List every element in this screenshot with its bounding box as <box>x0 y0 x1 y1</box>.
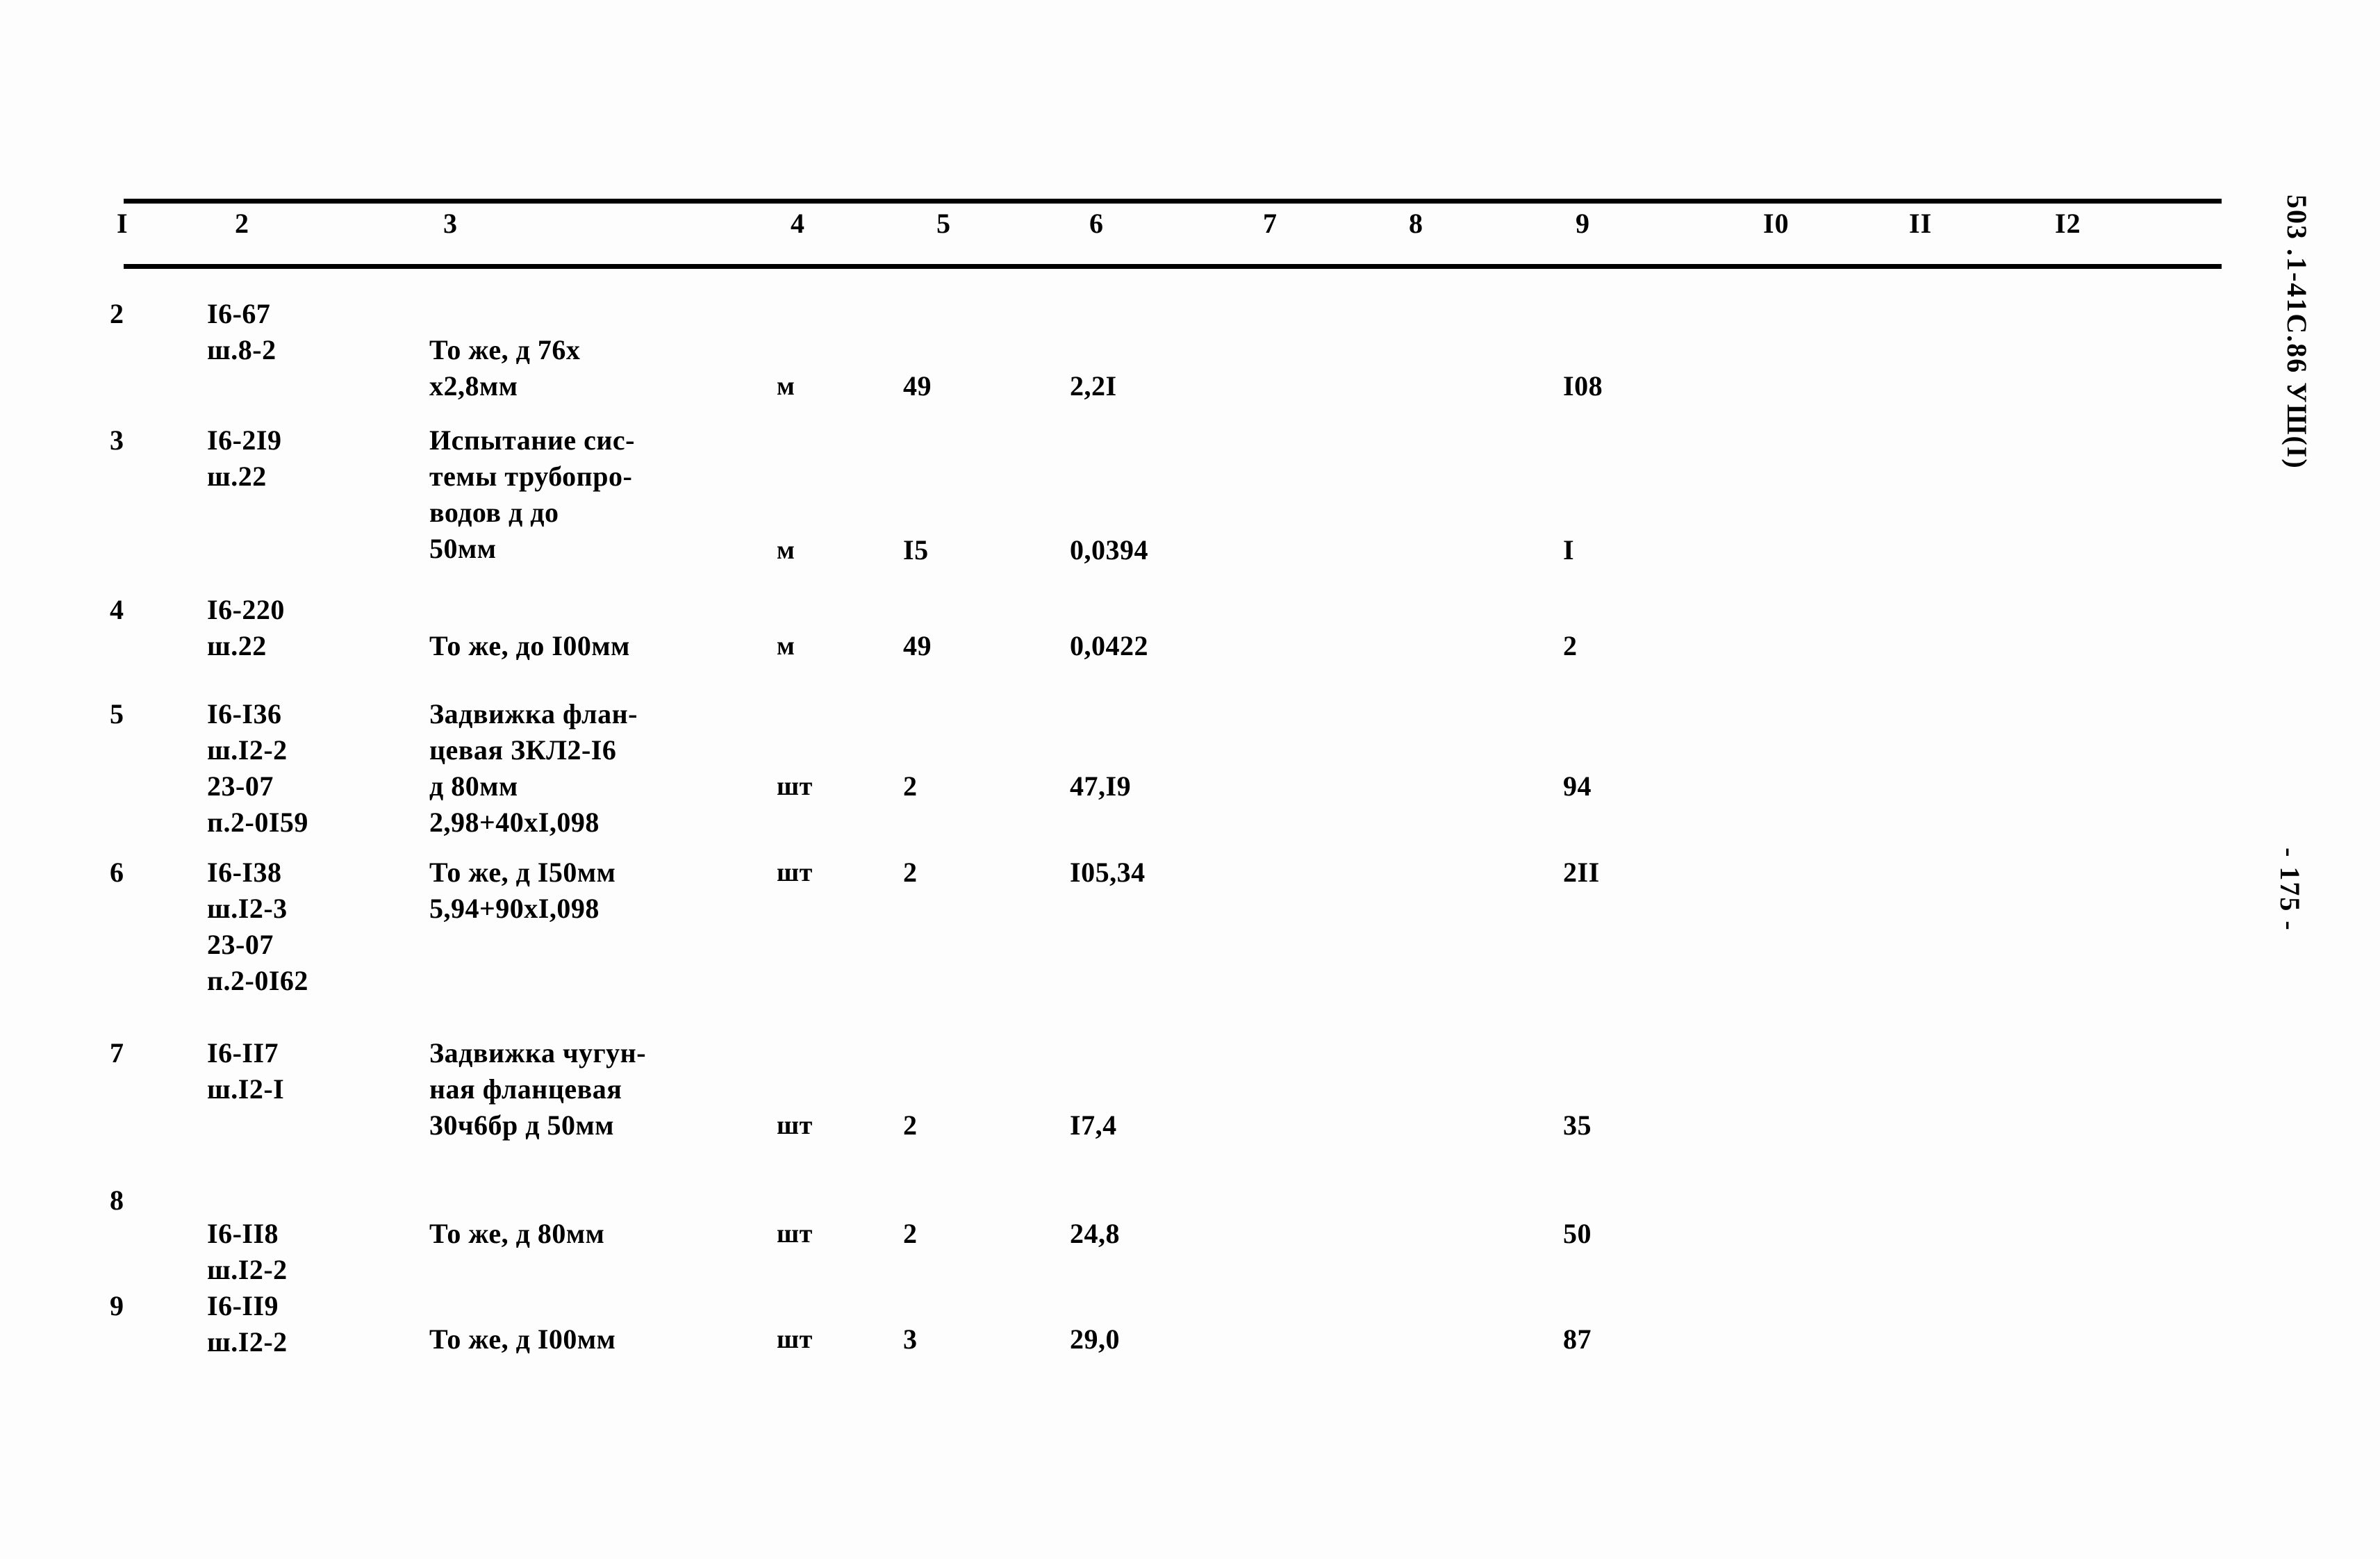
quantity: 2 <box>903 770 918 802</box>
column-header-3: 3 <box>443 208 458 239</box>
row-number: 8 <box>110 1185 124 1216</box>
page-number-marginal: - 175 - <box>2274 848 2306 932</box>
work-description: То же, д I50мм 5,94+90хI,098 <box>429 857 616 924</box>
table-row: 8 I6-II8 ш.I2-2 То же, д 80мм шт 2 24,8 … <box>0 1182 2380 1288</box>
table-row: 9 I6-II9 ш.I2-2 То же, д I00мм шт 3 29,0… <box>0 1288 2380 1399</box>
column-header-12: I2 <box>2055 208 2081 239</box>
work-description: Испытание сис- темы трубопро- водов д до… <box>429 424 636 564</box>
row-number: 6 <box>110 857 124 888</box>
norm-code: I6-I38 ш.I2-3 23-07 п.2-0I62 <box>207 857 308 996</box>
column-header-11: II <box>1909 208 1933 239</box>
unit-cost: 2,2I <box>1070 370 1117 402</box>
unit: шт <box>777 772 813 801</box>
norm-code: I6-I36 ш.I2-2 23-07 п.2-0I59 <box>207 698 308 838</box>
total-cost: 87 <box>1563 1323 1592 1355</box>
table-row: 4 I6-220 ш.22 То же, до I00мм м 49 0,042… <box>0 592 2380 696</box>
unit: шт <box>777 1325 813 1354</box>
work-description: То же, д 80мм <box>429 1218 605 1249</box>
norm-code: I6-II7 ш.I2-I <box>207 1037 285 1105</box>
unit-cost: 29,0 <box>1070 1323 1120 1355</box>
column-header-6: 6 <box>1089 208 1104 239</box>
row-number: 5 <box>110 698 124 729</box>
document-code: 503 .1-41С.86 УШ(I) <box>2281 195 2313 470</box>
unit-cost: 0,0422 <box>1070 630 1148 661</box>
unit-cost: 47,I9 <box>1070 770 1132 802</box>
norm-code: I6-2I9 ш.22 <box>207 424 282 492</box>
table-top-rule <box>124 199 2222 204</box>
column-header-7: 7 <box>1263 208 1278 239</box>
total-cost: I08 <box>1563 370 1603 402</box>
table-row: 3 I6-2I9 ш.22 Испытание сис- темы трубоп… <box>0 422 2380 592</box>
total-cost: I <box>1563 534 1575 566</box>
work-description: То же, до I00мм <box>429 630 630 661</box>
quantity: 2 <box>903 1218 918 1249</box>
quantity: 2 <box>903 1110 918 1141</box>
unit: шт <box>777 1111 813 1140</box>
norm-code: I6-220 ш.22 <box>207 594 285 661</box>
quantity: 2 <box>903 857 918 888</box>
table-row: 7 I6-II7 ш.I2-I Задвижка чугун- ная флан… <box>0 1023 2380 1182</box>
table-row: 5 I6-I36 ш.I2-2 23-07 п.2-0I59 Задвижка … <box>0 696 2380 855</box>
total-cost: 2II <box>1563 857 1600 888</box>
column-header-4: 4 <box>791 208 805 239</box>
total-cost: 50 <box>1563 1218 1592 1249</box>
norm-code: I6-II9 ш.I2-2 <box>207 1290 288 1358</box>
column-header-10: I0 <box>1763 208 1790 239</box>
table-row: 6 I6-I38 ш.I2-3 23-07 п.2-0I62 То же, д … <box>0 855 2380 1023</box>
scanned-page: I 2 3 4 5 6 7 8 9 I0 II I2 2 I6-67 ш.8-2… <box>0 0 2380 1559</box>
unit: м <box>777 536 795 565</box>
row-number: 7 <box>110 1037 124 1069</box>
unit-cost: I7,4 <box>1070 1110 1117 1141</box>
work-description: Задвижка флан- цевая ЗКЛ2-I6 д 80мм 2,98… <box>429 698 638 838</box>
total-cost: 94 <box>1563 770 1592 802</box>
table-body: 2 I6-67 ш.8-2 То же, д 76х х2,8мм м 49 2… <box>0 292 2380 1399</box>
table-row: 2 I6-67 ш.8-2 То же, д 76х х2,8мм м 49 2… <box>0 292 2380 422</box>
row-number: 2 <box>110 298 124 329</box>
total-cost: 2 <box>1563 630 1578 661</box>
column-header-1: I <box>117 208 129 239</box>
work-description: То же, д I00мм <box>429 1323 616 1355</box>
unit: шт <box>777 858 813 887</box>
unit: м <box>777 632 795 661</box>
row-number: 3 <box>110 424 124 456</box>
column-header-2: 2 <box>235 208 249 239</box>
norm-code: I6-II8 ш.I2-2 <box>207 1218 288 1285</box>
work-description: То же, д 76х х2,8мм <box>429 334 581 402</box>
unit: м <box>777 372 795 401</box>
quantity: 49 <box>903 370 932 402</box>
column-header-9: 9 <box>1576 208 1590 239</box>
unit: шт <box>777 1219 813 1248</box>
quantity: I5 <box>903 534 929 566</box>
row-number: 4 <box>110 594 124 625</box>
table-header-rule <box>124 264 2222 269</box>
row-number: 9 <box>110 1290 124 1321</box>
work-description: Задвижка чугун- ная фланцевая 30ч6бр д 5… <box>429 1037 647 1141</box>
norm-code: I6-67 ш.8-2 <box>207 298 276 365</box>
unit-cost: I05,34 <box>1070 857 1146 888</box>
column-header-8: 8 <box>1409 208 1423 239</box>
total-cost: 35 <box>1563 1110 1592 1141</box>
unit-cost: 0,0394 <box>1070 534 1148 566</box>
column-header-5: 5 <box>936 208 951 239</box>
unit-cost: 24,8 <box>1070 1218 1120 1249</box>
quantity: 3 <box>903 1323 918 1355</box>
quantity: 49 <box>903 630 932 661</box>
